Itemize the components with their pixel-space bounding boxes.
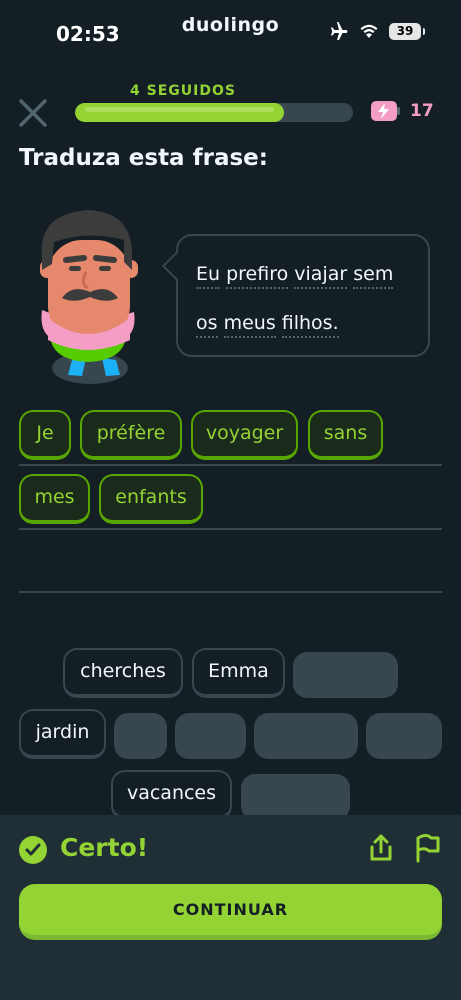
bubble-word[interactable]: os [196, 312, 218, 338]
bank-word-chip[interactable]: vacances [111, 770, 232, 820]
speech-bubble: Eu prefiro viajar sem os meus filhos. [161, 234, 430, 357]
report-flag-icon[interactable] [413, 833, 441, 863]
energy-counter[interactable]: 17 [370, 100, 434, 122]
bank-empty-slot [366, 713, 442, 759]
answer-word-chip[interactable]: Je [19, 410, 71, 460]
bubble-word[interactable]: prefiro [226, 263, 289, 289]
answer-word-chip[interactable]: enfants [99, 474, 203, 524]
bank-empty-slot [175, 713, 246, 759]
airplane-icon [331, 22, 348, 40]
bubble-word[interactable]: Eu [196, 263, 221, 289]
bubble-word[interactable]: sem [353, 263, 394, 289]
bank-empty-slot [241, 774, 350, 820]
bank-word-chip[interactable]: cherches [63, 648, 183, 698]
bank-empty-slot [293, 652, 398, 698]
battery-indicator: 39 [389, 22, 425, 40]
bubble-line-1: Eu prefiro viajar sem [196, 250, 412, 299]
lesson-progress-fill [75, 103, 284, 122]
bank-word-chip[interactable]: jardin [19, 709, 106, 759]
status-icons: 39 [329, 22, 425, 40]
character-illustration [40, 210, 138, 384]
streak-label: 4 SEGUIDOS [130, 83, 236, 99]
bubble-word[interactable]: filhos. [281, 312, 339, 338]
answer-word-chip[interactable]: sans [308, 410, 383, 460]
answer-word-chip[interactable]: mes [19, 474, 90, 524]
result-label: Certo! [60, 833, 149, 862]
continue-button[interactable]: CONTINUAR [19, 884, 442, 940]
energy-count: 17 [410, 101, 434, 121]
lesson-progress-bar [75, 103, 353, 122]
answer-word-chip[interactable]: préfère [80, 410, 182, 460]
speech-bubble-tail [161, 251, 191, 281]
answer-word-chip[interactable]: voyager [191, 410, 298, 460]
answer-line [19, 528, 442, 530]
bubble-word[interactable]: viajar [294, 263, 348, 289]
bank-word-chip[interactable]: Emma [192, 648, 285, 698]
check-icon [19, 836, 47, 864]
answer-line [19, 464, 442, 466]
status-bar: 02:53 duolingo 39 [0, 0, 461, 64]
bank-empty-slot [254, 713, 358, 759]
wifi-icon [360, 24, 378, 38]
share-icon[interactable] [367, 833, 395, 863]
close-icon[interactable] [16, 96, 50, 130]
prompt-title: Traduza esta frase: [19, 145, 268, 171]
bubble-line-2: os meus filhos. [196, 299, 412, 348]
answer-line [19, 591, 442, 593]
bubble-word[interactable]: meus [223, 312, 276, 338]
bank-empty-slot [114, 713, 167, 759]
battery-bolt-icon [371, 101, 400, 121]
